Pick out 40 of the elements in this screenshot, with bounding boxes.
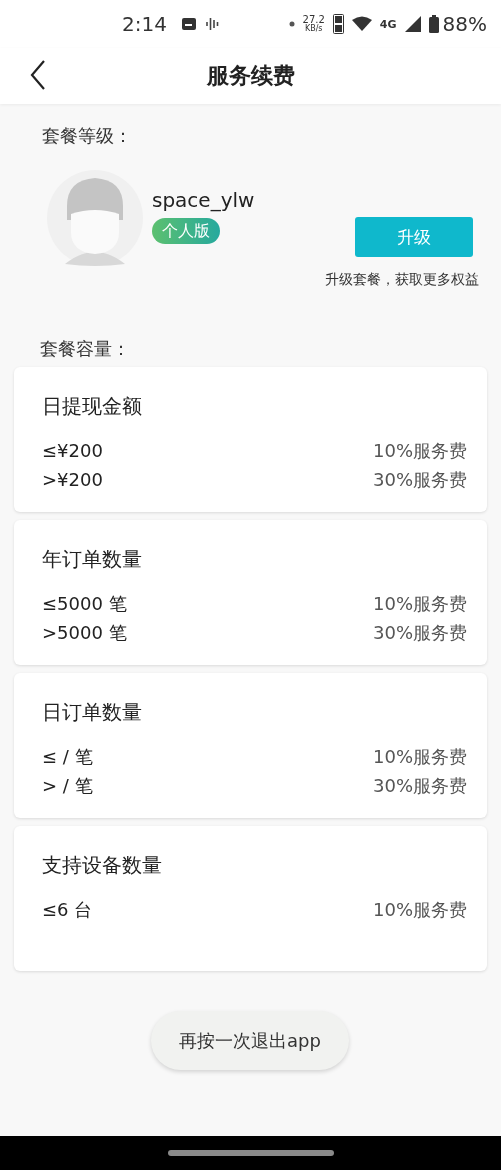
fee-text: 10%服务费 bbox=[373, 592, 467, 616]
speed-unit: KB/s bbox=[304, 25, 323, 33]
fee-text: 30%服务费 bbox=[373, 468, 467, 492]
fee-text: 10%服务费 bbox=[373, 439, 467, 463]
limit-text: ≤6 台 bbox=[42, 898, 93, 922]
card-title: 年订单数量 bbox=[42, 546, 143, 573]
battery-icon bbox=[428, 15, 439, 33]
network-type: 4G bbox=[379, 17, 397, 31]
wifi-icon bbox=[351, 16, 372, 32]
upgrade-button[interactable]: 升级 bbox=[355, 217, 473, 257]
limit-text: > / 笔 bbox=[42, 774, 93, 798]
card-title: 支持设备数量 bbox=[42, 852, 163, 879]
section-label: 套餐等级： bbox=[42, 124, 132, 148]
battery-level: 88% bbox=[442, 12, 487, 36]
section-label: 套餐容量： bbox=[40, 337, 130, 361]
limit-text: ≤ / 笔 bbox=[42, 745, 93, 769]
toast-message: 再按一次退出app bbox=[151, 1011, 349, 1070]
page-title: 服务续费 bbox=[206, 62, 295, 90]
home-handle[interactable] bbox=[167, 1150, 334, 1156]
upgrade-hint: 升级套餐，获取更多权益 bbox=[325, 271, 479, 289]
limit-text: >¥200 bbox=[42, 468, 103, 492]
fee-text: 10%服务费 bbox=[373, 745, 467, 769]
message-icon bbox=[180, 17, 197, 31]
back-icon[interactable] bbox=[30, 60, 46, 90]
tier-badge: 个人版 bbox=[152, 218, 220, 244]
limit-text: ≤¥200 bbox=[42, 439, 103, 463]
status-time: 2:14 bbox=[122, 12, 167, 36]
limit-text: ≤5000 笔 bbox=[42, 592, 127, 616]
fee-text: 10%服务费 bbox=[373, 898, 467, 922]
limit-text: >5000 笔 bbox=[42, 621, 127, 645]
username: space_ylw bbox=[152, 188, 255, 212]
signal-icon bbox=[404, 16, 421, 32]
dot-icon bbox=[288, 21, 295, 27]
fee-text: 30%服务费 bbox=[373, 774, 467, 798]
fee-text: 30%服务费 bbox=[373, 621, 467, 645]
hd-icon bbox=[332, 14, 344, 34]
card-title: 日订单数量 bbox=[42, 699, 143, 726]
speed-value: 27.2 bbox=[302, 15, 325, 25]
card-title: 日提现金额 bbox=[42, 393, 143, 420]
audio-wave-icon bbox=[204, 16, 219, 32]
